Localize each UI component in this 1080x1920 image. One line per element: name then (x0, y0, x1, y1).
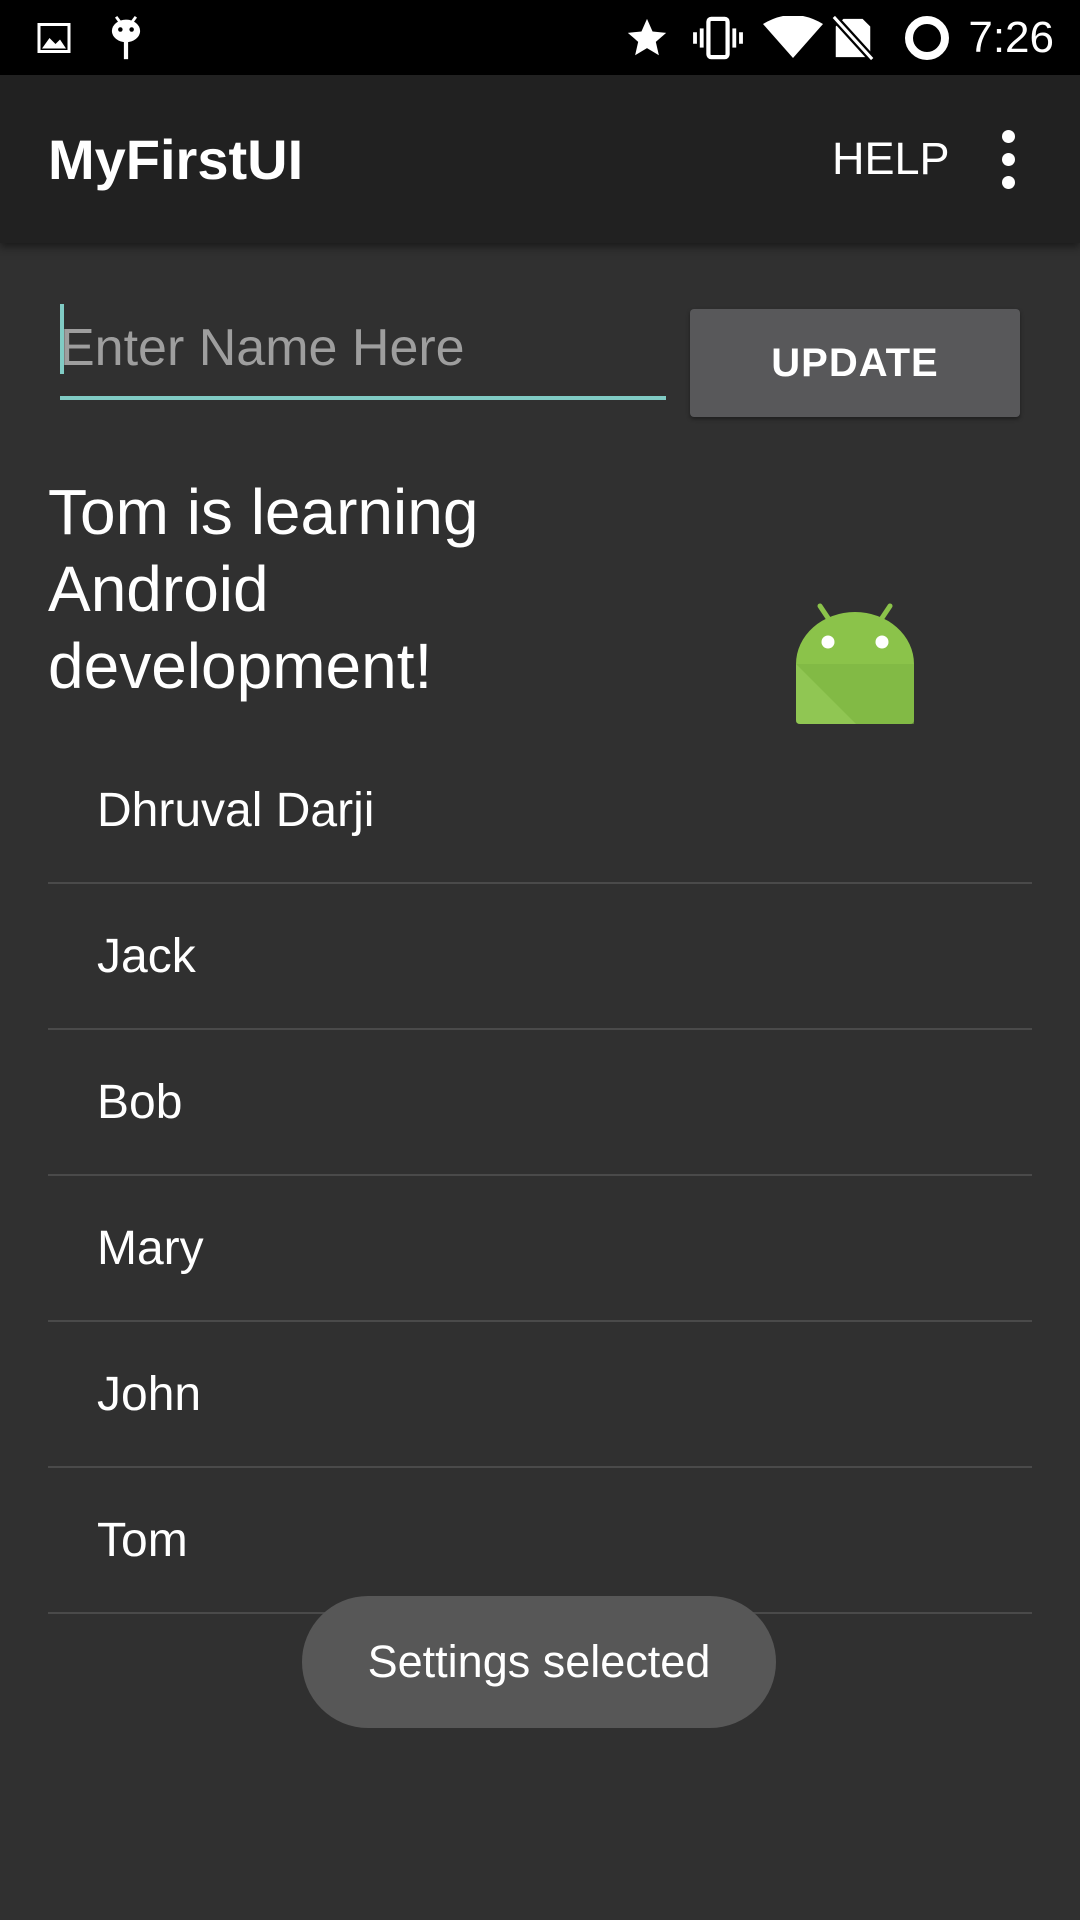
text-caret (60, 304, 64, 374)
list-item[interactable]: Dhruval Darji (48, 738, 1032, 884)
more-vertical-icon[interactable] (980, 75, 1036, 243)
list-item[interactable]: Mary (48, 1176, 1032, 1322)
no-sim-icon (830, 0, 876, 75)
android-debug-icon (106, 0, 146, 75)
list-item[interactable]: Bob (48, 1030, 1032, 1176)
toast-message: Settings selected (302, 1596, 776, 1728)
android-icon (796, 603, 914, 724)
image-icon (34, 0, 74, 75)
app-title: MyFirstUI (48, 127, 304, 191)
wifi-icon (762, 0, 824, 75)
status-time: 7:26 (968, 12, 1054, 62)
status-bar: 7:26 (0, 0, 1080, 75)
battery-ring-icon (902, 0, 952, 75)
star-icon (622, 0, 672, 75)
vibrate-icon (690, 0, 746, 75)
help-button[interactable]: HELP (832, 75, 950, 243)
learning-message: Tom is learning Android development! (48, 476, 479, 702)
update-button[interactable]: UPDATE (690, 309, 1020, 417)
app-bar: MyFirstUI HELP (0, 75, 1080, 243)
list-item[interactable]: Tom (48, 1468, 1032, 1614)
name-input[interactable] (60, 300, 666, 400)
list-item[interactable]: Jack (48, 884, 1032, 1030)
list-item[interactable]: John (48, 1322, 1032, 1468)
names-list: Dhruval Darji Jack Bob Mary John Tom (48, 738, 1032, 1614)
name-input-container (60, 300, 666, 404)
